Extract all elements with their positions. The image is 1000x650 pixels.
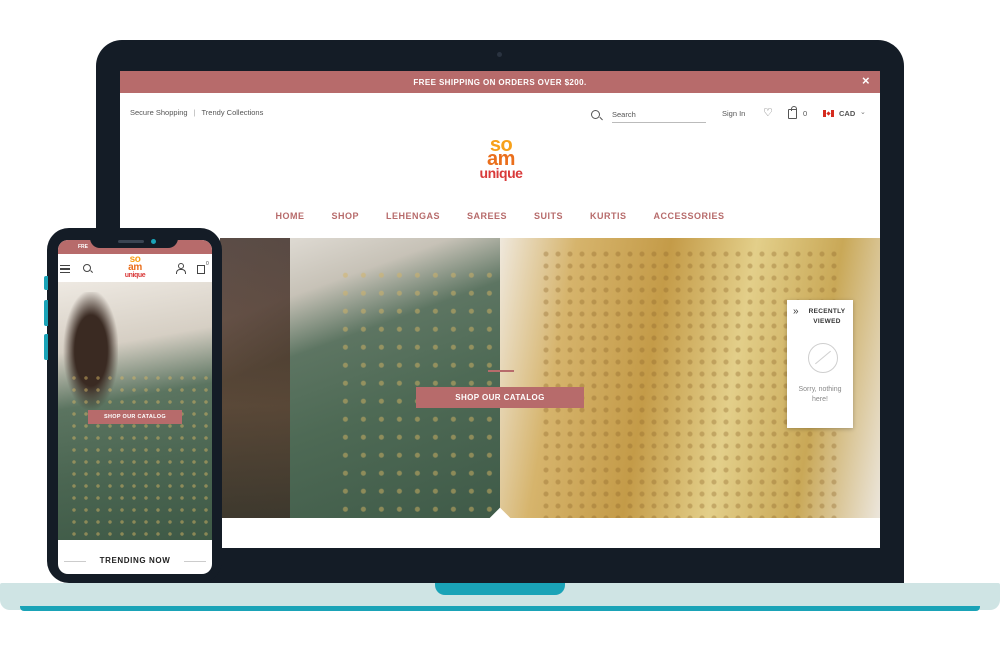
mobile-shop-catalog-button[interactable]: SHOP OUR CATALOG	[88, 410, 182, 424]
hero-image-green-suit	[220, 238, 500, 518]
chevron-down-icon[interactable]: ⌄	[860, 108, 866, 116]
recently-viewed-panel: » RECENTLY VIEWED Sorry, nothing here!	[787, 300, 853, 428]
mobile-logo[interactable]: so am unique	[122, 255, 148, 282]
sign-in-link[interactable]: Sign In	[722, 109, 745, 118]
nav-accessories[interactable]: ACCESSORIES	[654, 211, 725, 221]
mobile-screen: FRE so am unique 0 SHOP OUR CATALOG TREN…	[58, 240, 212, 574]
flag-ca-icon[interactable]	[823, 110, 834, 117]
close-icon[interactable]: ×	[862, 74, 870, 88]
laptop-base-edge	[20, 606, 980, 611]
mobile-cart-count[interactable]: 0	[206, 261, 209, 267]
search-icon[interactable]	[591, 110, 600, 119]
bag-icon[interactable]	[197, 265, 205, 274]
nav-home[interactable]: HOME	[275, 211, 304, 221]
nav-shop[interactable]: SHOP	[331, 211, 359, 221]
logo-line-3: unique	[479, 165, 523, 181]
hero-divider	[488, 370, 514, 372]
hero-banner	[220, 238, 880, 518]
nav-sarees[interactable]: SAREES	[467, 211, 507, 221]
phone-speaker	[118, 240, 144, 243]
logo-line-2: am	[487, 148, 515, 170]
nav-lehengas[interactable]: LEHENGAS	[386, 211, 440, 221]
cart-count[interactable]: 0	[803, 109, 807, 118]
utility-links: Secure Shopping | Trendy Collections	[130, 108, 263, 117]
recently-viewed-title[interactable]: RECENTLY VIEWED	[805, 307, 849, 327]
laptop-camera	[497, 52, 502, 57]
user-icon[interactable]	[176, 263, 186, 274]
main-nav: HOME SHOP LEHENGAS SAREES SUITS KURTIS A…	[120, 211, 880, 221]
recently-viewed-empty-text: Sorry, nothing here!	[798, 386, 842, 403]
desktop-screen: FREE SHIPPING ON ORDERS OVER $200. × Sec…	[120, 71, 880, 548]
phone-side-button	[44, 300, 48, 326]
divider	[184, 561, 206, 562]
menu-icon[interactable]	[60, 265, 70, 273]
no-image-icon	[808, 343, 838, 373]
logo[interactable]: so am unique	[476, 135, 526, 190]
bag-icon[interactable]	[788, 106, 797, 119]
utility-trendy-collections[interactable]: Trendy Collections	[202, 108, 264, 117]
promo-text: FREE SHIPPING ON ORDERS OVER $200.	[413, 77, 587, 87]
laptop-notch	[435, 583, 565, 595]
phone-side-button	[44, 334, 48, 360]
heart-icon[interactable]: ♡	[763, 107, 773, 119]
promo-bar: FREE SHIPPING ON ORDERS OVER $200. ×	[120, 71, 880, 93]
currency-select[interactable]: CAD	[839, 109, 855, 118]
search-icon[interactable]	[83, 264, 91, 272]
utility-separator: |	[193, 108, 196, 117]
search-input[interactable]	[612, 107, 706, 123]
utility-secure-shopping[interactable]: Secure Shopping	[130, 108, 188, 117]
nav-kurtis[interactable]: KURTIS	[590, 211, 627, 221]
shop-catalog-button[interactable]: SHOP OUR CATALOG	[416, 387, 584, 408]
phone-side-button	[44, 276, 48, 290]
double-chevron-icon[interactable]: »	[793, 307, 799, 317]
phone-camera	[151, 239, 156, 244]
logo-line-3: unique	[124, 272, 146, 279]
logo-line-2: am	[128, 262, 142, 273]
nav-suits[interactable]: SUITS	[534, 211, 563, 221]
